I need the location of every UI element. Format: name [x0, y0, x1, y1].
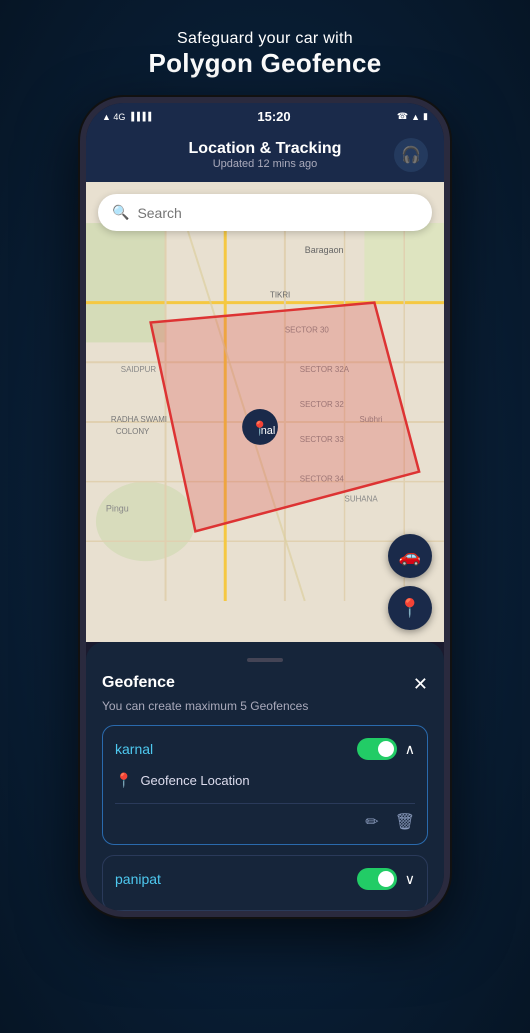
car-icon: 🚗 [399, 546, 421, 567]
location-label: Geofence Location [140, 773, 249, 788]
battery-icon: ▮ [423, 111, 428, 122]
svg-text:SUHANA: SUHANA [345, 494, 379, 503]
wifi-icon: ▲ [411, 112, 420, 122]
edit-icon[interactable]: ✏ [365, 812, 378, 832]
geofence-name-panipat: panipat [115, 871, 161, 887]
panipat-toggle[interactable] [357, 868, 397, 890]
call-icon: ☎ [397, 111, 408, 122]
karnal-toggle[interactable] [357, 738, 397, 760]
location-icon: 📍 [115, 772, 132, 789]
search-bar[interactable]: 🔍 [98, 194, 432, 231]
geofence-item-header: karnal ∧ [115, 738, 415, 760]
panipat-chevron[interactable]: ∨ [405, 871, 415, 888]
svg-text:nal: nal [261, 425, 276, 437]
panel-description: You can create maximum 5 Geofences [102, 699, 428, 713]
delete-icon[interactable]: 🗑 [395, 812, 415, 832]
search-icon: 🔍 [112, 204, 129, 221]
panipat-controls: ∨ [357, 868, 415, 890]
geofence-item-panipat-header: panipat ∨ [115, 868, 415, 890]
svg-text:RADHA SWAMI: RADHA SWAMI [111, 415, 167, 424]
karnal-chevron[interactable]: ∧ [405, 741, 415, 758]
svg-text:TIKRI: TIKRI [270, 291, 290, 300]
headphone-icon: 🎧 [401, 145, 421, 165]
svg-text:SAIDPUR: SAIDPUR [121, 365, 157, 374]
svg-text:Baragaon: Baragaon [305, 245, 344, 255]
panel-title: Geofence [102, 674, 175, 692]
panel-handle [247, 658, 283, 662]
geofence-name-karnal: karnal [115, 741, 153, 757]
status-time: 15:20 [257, 109, 290, 124]
car-location-button[interactable]: 🚗 [388, 534, 432, 578]
pin-icon: 📍 [399, 598, 421, 619]
panel-header: Geofence ✕ [102, 674, 428, 695]
phone-frame: ▲ 4G ▐▐▐▐ 15:20 ☎ ▲ ▮ Location & Trackin… [80, 97, 450, 917]
page-header: Safeguard your car with Polygon Geofence [148, 30, 381, 79]
title-area: Location & Tracking Updated 12 mins ago [136, 140, 394, 170]
map-actions: 🚗 📍 [388, 534, 432, 630]
app-title: Location & Tracking [136, 140, 394, 158]
geofence-item-panipat: panipat ∨ [102, 855, 428, 911]
app-subtitle: Updated 12 mins ago [136, 158, 394, 170]
header-subtitle: Safeguard your car with [148, 30, 381, 48]
svg-text:COLONY: COLONY [116, 427, 150, 436]
close-button[interactable]: ✕ [413, 674, 428, 695]
geofence-location: 📍 Geofence Location [115, 768, 415, 793]
pin-location-button[interactable]: 📍 [388, 586, 432, 630]
header-title: Polygon Geofence [148, 48, 381, 79]
search-input[interactable] [137, 205, 418, 221]
headphone-button[interactable]: 🎧 [394, 138, 428, 172]
status-bar-left: ▲ 4G ▐▐▐▐ [102, 112, 151, 122]
signal-icon: ▲ 4G [102, 112, 125, 122]
geofence-panel: Geofence ✕ You can create maximum 5 Geof… [86, 642, 444, 911]
geofence-controls: ∧ [357, 738, 415, 760]
geofence-item-karnal: karnal ∧ 📍 Geofence Location ✏ 🗑 [102, 725, 428, 845]
status-bar: ▲ 4G ▐▐▐▐ 15:20 ☎ ▲ ▮ [86, 103, 444, 130]
app-bar: Location & Tracking Updated 12 mins ago … [86, 130, 444, 182]
status-bar-right: ☎ ▲ ▮ [397, 111, 428, 122]
signal-bars: ▐▐▐▐ [128, 112, 151, 121]
map-container: Baragaon TIKRI SECTOR 30 SECTOR 32A SECT… [86, 182, 444, 642]
svg-text:Pingu: Pingu [106, 503, 129, 513]
geofence-item-actions: ✏ 🗑 [115, 803, 415, 832]
